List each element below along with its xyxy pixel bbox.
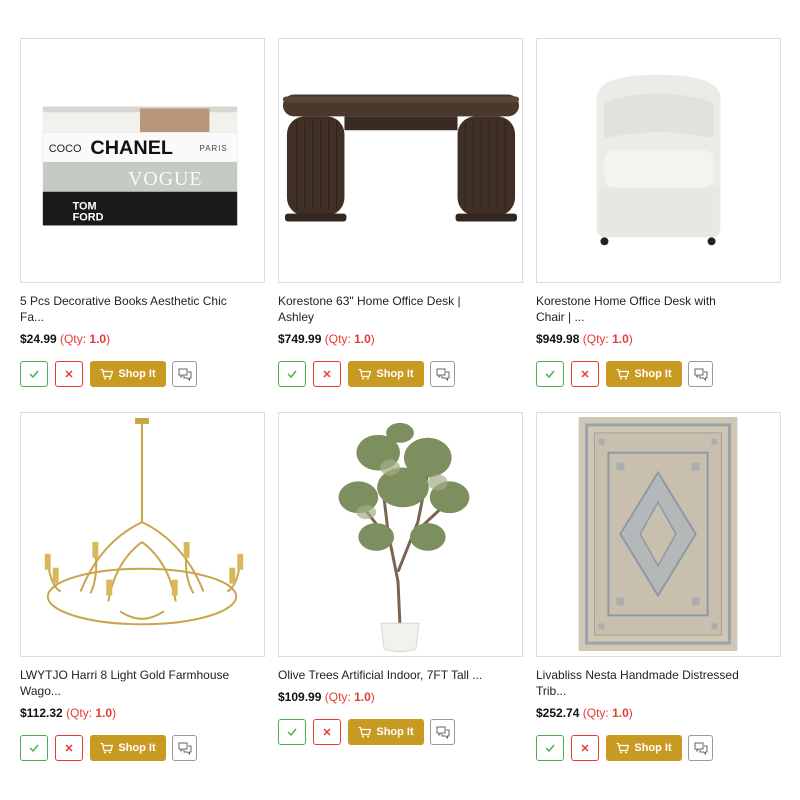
book-text-ford: FORD: [73, 212, 104, 224]
reject-button[interactable]: [571, 361, 599, 387]
product-qty: (Qty: 1.0): [582, 332, 633, 346]
chat-bubbles-icon: [694, 368, 707, 381]
book-text-paris: PARIS: [200, 144, 228, 153]
accept-button[interactable]: [536, 361, 564, 387]
price-row: $252.74 (Qty: 1.0): [536, 705, 633, 721]
price-row: $24.99 (Qty: 1.0): [20, 331, 110, 347]
product-image-chandelier[interactable]: [20, 412, 265, 657]
product-price: $749.99: [278, 332, 322, 346]
close-icon: [65, 370, 73, 378]
shop-it-button[interactable]: Shop It: [90, 361, 166, 387]
check-icon: [287, 728, 297, 736]
comment-button[interactable]: [430, 361, 455, 387]
check-icon: [29, 744, 39, 752]
shop-it-label: Shop It: [118, 368, 156, 380]
comment-button[interactable]: [688, 735, 713, 761]
book-text-coco: COCO: [49, 143, 82, 155]
shop-it-button[interactable]: Shop It: [90, 735, 166, 761]
shop-it-label: Shop It: [634, 368, 672, 380]
check-icon: [545, 370, 555, 378]
check-icon: [545, 744, 555, 752]
product-price: $109.99: [278, 690, 322, 704]
product-actions: Shop It: [278, 719, 523, 745]
cart-icon: [100, 368, 114, 379]
product-title[interactable]: 5 Pcs Decorative Books Aesthetic Chic Fa…: [20, 293, 260, 325]
comment-button[interactable]: [688, 361, 713, 387]
chat-bubbles-icon: [178, 742, 191, 755]
comment-button[interactable]: [172, 361, 197, 387]
accept-button[interactable]: [20, 361, 48, 387]
product-image-chair[interactable]: [536, 38, 781, 283]
chat-bubbles-icon: [436, 368, 449, 381]
product-actions: Shop It: [20, 361, 265, 387]
comment-button[interactable]: [430, 719, 455, 745]
check-icon: [29, 370, 39, 378]
product-title[interactable]: LWYTJO Harri 8 Light Gold Farmhouse Wago…: [20, 667, 260, 699]
product-qty: (Qty: 1.0): [324, 690, 375, 704]
cart-icon: [358, 368, 372, 379]
shop-it-label: Shop It: [376, 726, 414, 738]
cart-icon: [616, 742, 630, 753]
shop-it-label: Shop It: [634, 742, 672, 754]
shop-it-button[interactable]: Shop It: [348, 361, 424, 387]
product-image-olive-tree[interactable]: [278, 412, 523, 657]
product-actions: Shop It: [278, 361, 523, 387]
book-text-chanel: CHANEL: [90, 137, 173, 159]
accept-button[interactable]: [278, 361, 306, 387]
product-price: $252.74: [536, 706, 580, 720]
cart-icon: [100, 742, 114, 753]
product-title[interactable]: Korestone Home Office Desk with Chair | …: [536, 293, 776, 325]
price-row: $749.99 (Qty: 1.0): [278, 331, 375, 347]
price-row: $949.98 (Qty: 1.0): [536, 331, 633, 347]
chat-bubbles-icon: [436, 726, 449, 739]
comment-button[interactable]: [172, 735, 197, 761]
reject-button[interactable]: [313, 719, 341, 745]
accept-button[interactable]: [20, 735, 48, 761]
chat-bubbles-icon: [694, 742, 707, 755]
product-qty: (Qty: 1.0): [66, 706, 117, 720]
product-title[interactable]: Livabliss Nesta Handmade Distressed Trib…: [536, 667, 776, 699]
close-icon: [323, 728, 331, 736]
close-icon: [581, 370, 589, 378]
product-actions: Shop It: [536, 735, 781, 761]
product-qty: (Qty: 1.0): [60, 332, 111, 346]
product-price: $112.32: [20, 706, 63, 720]
shop-it-button[interactable]: Shop It: [606, 735, 682, 761]
cart-icon: [616, 368, 630, 379]
product-qty: (Qty: 1.0): [324, 332, 375, 346]
reject-button[interactable]: [313, 361, 341, 387]
shop-it-label: Shop It: [118, 742, 156, 754]
shop-it-button[interactable]: Shop It: [348, 719, 424, 745]
cart-icon: [358, 726, 372, 737]
shop-it-label: Shop It: [376, 368, 414, 380]
check-icon: [287, 370, 297, 378]
close-icon: [323, 370, 331, 378]
close-icon: [581, 744, 589, 752]
product-image-books[interactable]: COCO CHANEL PARIS VOGUE TOM FORD: [20, 38, 265, 283]
shop-it-button[interactable]: Shop It: [606, 361, 682, 387]
reject-button[interactable]: [55, 361, 83, 387]
product-price: $949.98: [536, 332, 580, 346]
product-title[interactable]: Korestone 63" Home Office Desk | Ashley: [278, 293, 518, 325]
book-text-vogue: VOGUE: [128, 168, 202, 190]
product-actions: Shop It: [536, 361, 781, 387]
product-actions: Shop It: [20, 735, 265, 761]
accept-button[interactable]: [278, 719, 306, 745]
price-row: $109.99 (Qty: 1.0): [278, 689, 375, 705]
price-row: $112.32 (Qty: 1.0): [20, 705, 116, 721]
product-image-desk[interactable]: [278, 38, 523, 283]
product-image-rug[interactable]: [536, 412, 781, 657]
product-qty: (Qty: 1.0): [582, 706, 633, 720]
accept-button[interactable]: [536, 735, 564, 761]
reject-button[interactable]: [571, 735, 599, 761]
product-title[interactable]: Olive Trees Artificial Indoor, 7FT Tall …: [278, 667, 518, 683]
chat-bubbles-icon: [178, 368, 191, 381]
product-price: $24.99: [20, 332, 57, 346]
reject-button[interactable]: [55, 735, 83, 761]
close-icon: [65, 744, 73, 752]
